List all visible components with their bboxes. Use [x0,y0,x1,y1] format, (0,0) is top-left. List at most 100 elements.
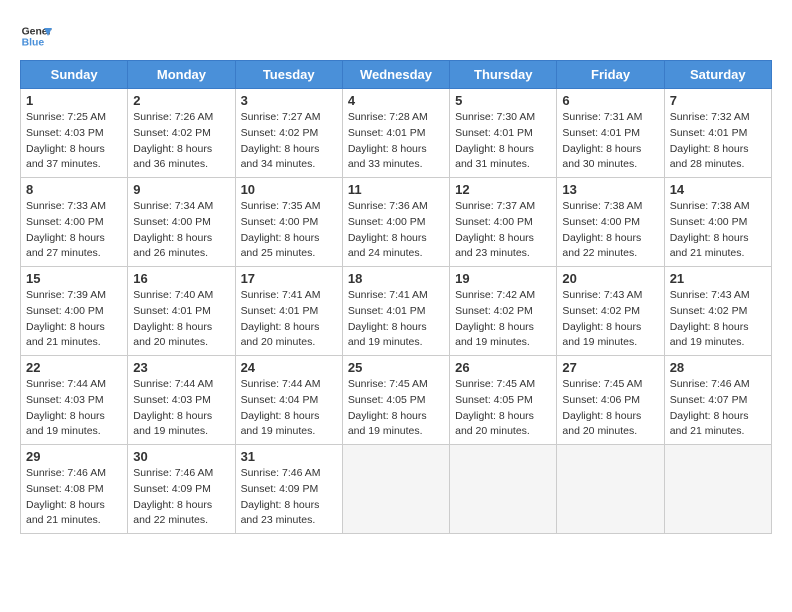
calendar-cell [664,445,771,534]
weekday-header-thursday: Thursday [450,61,557,89]
day-number: 11 [348,182,444,197]
calendar-cell: 10Sunrise: 7:35 AMSunset: 4:00 PMDayligh… [235,178,342,267]
day-number: 1 [26,93,122,108]
calendar-cell: 8Sunrise: 7:33 AMSunset: 4:00 PMDaylight… [21,178,128,267]
calendar-cell: 30 Sunrise: 7:46 AMSunset: 4:09 PMDayligh… [128,445,235,534]
day-number: 3 [241,93,337,108]
day-info: Sunrise: 7:31 AMSunset: 4:01 PMDaylight:… [562,110,658,173]
day-info: Sunrise: 7:40 AMSunset: 4:01 PMDaylight:… [133,288,229,351]
day-number: 27 [562,360,658,375]
calendar-week-5: 29Sunrise: 7:46 AMSunset: 4:08 PMDayligh… [21,445,772,534]
day-number: 20 [562,271,658,286]
calendar-cell: 13 Sunrise: 7:38 AMSunset: 4:00 PMDayligh… [557,178,664,267]
day-info: Sunrise: 7:44 AMSunset: 4:03 PMDaylight:… [26,377,122,440]
day-info: Sunrise: 7:38 AMSunset: 4:00 PMDaylight:… [670,199,766,262]
day-number: 26 [455,360,551,375]
calendar-cell: 7 Sunrise: 7:32 AMSunset: 4:01 PMDaylight… [664,89,771,178]
calendar-week-4: 22 Sunrise: 7:44 AMSunset: 4:03 PMDayligh… [21,356,772,445]
calendar-cell: 24 Sunrise: 7:44 AMSunset: 4:04 PMDayligh… [235,356,342,445]
day-info: Sunrise: 7:34 AMSunset: 4:00 PMDaylight:… [133,199,229,262]
day-number: 28 [670,360,766,375]
calendar-cell: 3 Sunrise: 7:27 AMSunset: 4:02 PMDaylight… [235,89,342,178]
day-number: 16 [133,271,229,286]
weekday-header-wednesday: Wednesday [342,61,449,89]
day-info: Sunrise: 7:44 AMSunset: 4:03 PMDaylight:… [133,377,229,440]
day-info: Sunrise: 7:32 AMSunset: 4:01 PMDaylight:… [670,110,766,173]
calendar-cell: 28 Sunrise: 7:46 AMSunset: 4:07 PMDayligh… [664,356,771,445]
day-info: Sunrise: 7:41 AMSunset: 4:01 PMDaylight:… [348,288,444,351]
calendar-cell: 12 Sunrise: 7:37 AMSunset: 4:00 PMDayligh… [450,178,557,267]
calendar-week-2: 8Sunrise: 7:33 AMSunset: 4:00 PMDaylight… [21,178,772,267]
day-number: 10 [241,182,337,197]
calendar-week-3: 15Sunrise: 7:39 AMSunset: 4:00 PMDayligh… [21,267,772,356]
weekday-header-sunday: Sunday [21,61,128,89]
day-info: Sunrise: 7:46 AMSunset: 4:08 PMDaylight:… [26,466,122,529]
day-number: 30 [133,449,229,464]
day-info: Sunrise: 7:26 AMSunset: 4:02 PMDaylight:… [133,110,229,173]
day-number: 22 [26,360,122,375]
day-info: Sunrise: 7:45 AMSunset: 4:05 PMDaylight:… [348,377,444,440]
calendar-body: 1Sunrise: 7:25 AMSunset: 4:03 PMDaylight… [21,89,772,534]
day-number: 19 [455,271,551,286]
day-number: 21 [670,271,766,286]
day-info: Sunrise: 7:30 AMSunset: 4:01 PMDaylight:… [455,110,551,173]
day-number: 4 [348,93,444,108]
calendar-cell: 29Sunrise: 7:46 AMSunset: 4:08 PMDayligh… [21,445,128,534]
calendar-week-1: 1Sunrise: 7:25 AMSunset: 4:03 PMDaylight… [21,89,772,178]
day-number: 6 [562,93,658,108]
day-info: Sunrise: 7:37 AMSunset: 4:00 PMDaylight:… [455,199,551,262]
day-number: 18 [348,271,444,286]
calendar-cell: 21Sunrise: 7:43 AMSunset: 4:02 PMDayligh… [664,267,771,356]
day-info: Sunrise: 7:36 AMSunset: 4:00 PMDaylight:… [348,199,444,262]
calendar-cell: 15Sunrise: 7:39 AMSunset: 4:00 PMDayligh… [21,267,128,356]
weekday-header-tuesday: Tuesday [235,61,342,89]
day-info: Sunrise: 7:38 AMSunset: 4:00 PMDaylight:… [562,199,658,262]
weekday-header-row: SundayMondayTuesdayWednesdayThursdayFrid… [21,61,772,89]
day-number: 23 [133,360,229,375]
calendar-cell: 14 Sunrise: 7:38 AMSunset: 4:00 PMDayligh… [664,178,771,267]
weekday-header-friday: Friday [557,61,664,89]
calendar-cell: 27 Sunrise: 7:45 AMSunset: 4:06 PMDayligh… [557,356,664,445]
day-number: 5 [455,93,551,108]
calendar-cell: 1Sunrise: 7:25 AMSunset: 4:03 PMDaylight… [21,89,128,178]
day-info: Sunrise: 7:46 AMSunset: 4:09 PMDaylight:… [133,466,229,529]
day-number: 7 [670,93,766,108]
day-info: Sunrise: 7:43 AMSunset: 4:02 PMDaylight:… [562,288,658,351]
calendar-cell [342,445,449,534]
day-number: 14 [670,182,766,197]
weekday-header-saturday: Saturday [664,61,771,89]
day-info: Sunrise: 7:39 AMSunset: 4:00 PMDaylight:… [26,288,122,351]
calendar-cell: 16 Sunrise: 7:40 AMSunset: 4:01 PMDayligh… [128,267,235,356]
calendar-cell: 4 Sunrise: 7:28 AMSunset: 4:01 PMDaylight… [342,89,449,178]
calendar-cell: 11 Sunrise: 7:36 AMSunset: 4:00 PMDayligh… [342,178,449,267]
day-number: 2 [133,93,229,108]
day-info: Sunrise: 7:41 AMSunset: 4:01 PMDaylight:… [241,288,337,351]
day-info: Sunrise: 7:28 AMSunset: 4:01 PMDaylight:… [348,110,444,173]
day-info: Sunrise: 7:45 AMSunset: 4:06 PMDaylight:… [562,377,658,440]
svg-text:Blue: Blue [22,38,45,49]
day-number: 25 [348,360,444,375]
day-info: Sunrise: 7:46 AMSunset: 4:09 PMDaylight:… [241,466,337,529]
calendar-cell: 9 Sunrise: 7:34 AMSunset: 4:00 PMDaylight… [128,178,235,267]
day-number: 17 [241,271,337,286]
calendar-cell: 18 Sunrise: 7:41 AMSunset: 4:01 PMDayligh… [342,267,449,356]
logo-icon: General Blue [20,20,52,52]
day-info: Sunrise: 7:45 AMSunset: 4:05 PMDaylight:… [455,377,551,440]
day-number: 13 [562,182,658,197]
day-number: 31 [241,449,337,464]
calendar-cell: 22 Sunrise: 7:44 AMSunset: 4:03 PMDayligh… [21,356,128,445]
day-info: Sunrise: 7:44 AMSunset: 4:04 PMDaylight:… [241,377,337,440]
day-number: 9 [133,182,229,197]
weekday-header-monday: Monday [128,61,235,89]
calendar-cell: 20 Sunrise: 7:43 AMSunset: 4:02 PMDayligh… [557,267,664,356]
day-number: 12 [455,182,551,197]
day-info: Sunrise: 7:46 AMSunset: 4:07 PMDaylight:… [670,377,766,440]
day-number: 24 [241,360,337,375]
calendar-cell: 31 Sunrise: 7:46 AMSunset: 4:09 PMDayligh… [235,445,342,534]
day-number: 8 [26,182,122,197]
calendar-cell: 17 Sunrise: 7:41 AMSunset: 4:01 PMDayligh… [235,267,342,356]
calendar-table: SundayMondayTuesdayWednesdayThursdayFrid… [20,60,772,534]
day-info: Sunrise: 7:27 AMSunset: 4:02 PMDaylight:… [241,110,337,173]
calendar-cell: 25 Sunrise: 7:45 AMSunset: 4:05 PMDayligh… [342,356,449,445]
calendar-cell: 5 Sunrise: 7:30 AMSunset: 4:01 PMDaylight… [450,89,557,178]
